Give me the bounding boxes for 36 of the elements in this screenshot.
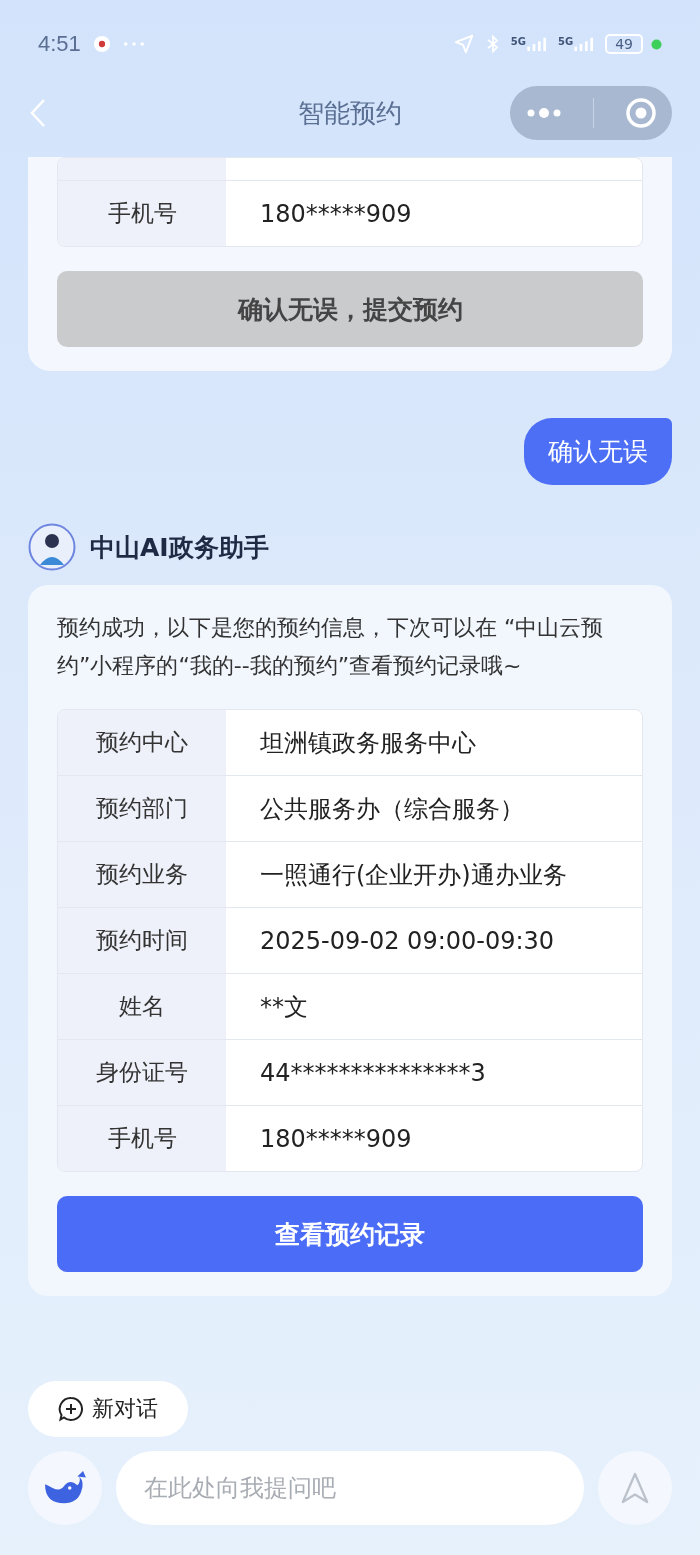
- user-message: 确认无误: [524, 418, 672, 485]
- field-value: **文: [259, 991, 309, 1023]
- message-text: 预约成功，以下是您的预约信息，下次可以在 “中山云预约”小程序的“我的--我的预约”查看预约记录哦~: [57, 614, 605, 680]
- field-label: 姓名: [58, 974, 226, 1039]
- field-value: 公共服务办（综合服务）: [259, 793, 525, 825]
- battery-indicator: 49: [605, 34, 643, 54]
- add-chat-icon: [58, 1396, 84, 1422]
- field-label: 预约中心: [58, 710, 226, 775]
- field-label: 预约时间: [58, 908, 226, 973]
- avatar-icon: [28, 523, 76, 571]
- field-label: 手机号: [58, 1106, 226, 1171]
- assistant-name: 中山AI政务助手: [90, 531, 269, 564]
- question-input[interactable]: 在此处向我提问吧: [116, 1451, 584, 1525]
- field-value: 180*****909: [259, 1123, 413, 1155]
- page-title: 智能预约: [298, 96, 402, 130]
- field-label: 身份证号: [58, 1040, 226, 1105]
- field-value: 一照通行(企业开办)通办业务: [259, 859, 568, 891]
- active-dot-icon: [651, 38, 662, 50]
- new-chat-button[interactable]: 新对话: [28, 1381, 188, 1437]
- more-icon[interactable]: [525, 107, 562, 119]
- network-label: 5G: [510, 36, 526, 47]
- location-icon: [452, 33, 475, 55]
- recording-icon: [92, 35, 111, 53]
- back-icon[interactable]: [30, 98, 46, 128]
- field-value: 坦洲镇政务服务中心: [259, 727, 477, 759]
- view-records-button[interactable]: 查看预约记录: [57, 1196, 643, 1272]
- more-icon: [122, 41, 145, 47]
- field-value: 180*****909: [259, 198, 413, 230]
- field-label: 预约业务: [58, 842, 226, 907]
- status-time: 4:51: [38, 31, 81, 57]
- field-value: 2025-09-02 09:00-09:30: [259, 925, 556, 957]
- send-icon: [621, 1472, 649, 1504]
- field-label: 手机号: [58, 181, 226, 246]
- field-value: 44***************3: [259, 1057, 487, 1089]
- network-label: 5G: [558, 36, 574, 47]
- field-label: 预约部门: [58, 776, 226, 841]
